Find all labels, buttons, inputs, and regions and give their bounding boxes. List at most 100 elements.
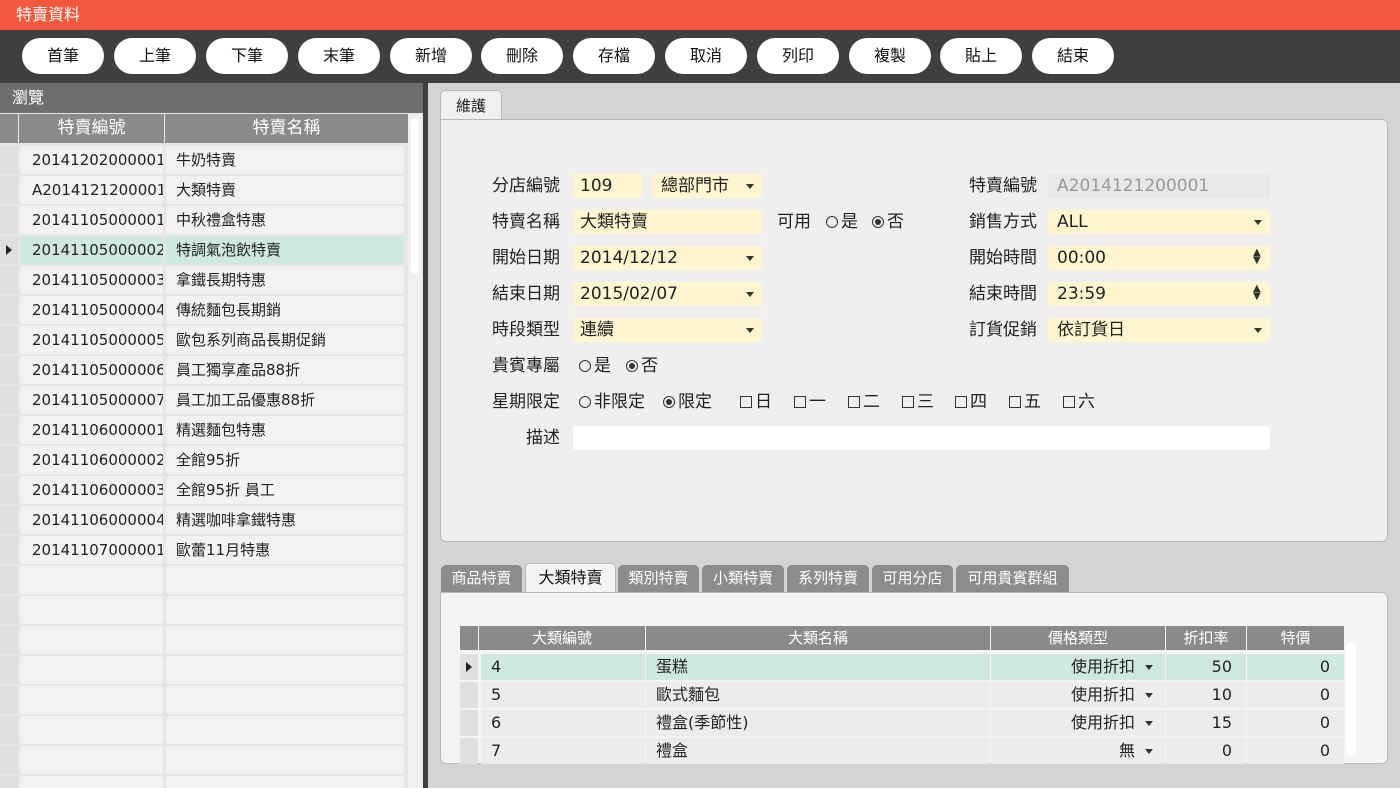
cell-category-name[interactable]: 禮盒 (646, 738, 990, 764)
row-selector[interactable] (0, 776, 18, 788)
browse-cell-sale-name[interactable] (166, 626, 404, 654)
browse-cell-sale-name[interactable] (166, 686, 404, 714)
browse-cell-sale-no[interactable]: 20141105000005 (20, 326, 163, 354)
weekday-checkbox[interactable]: 日 (740, 390, 772, 414)
browse-cell-sale-name[interactable]: 精選咖啡拿鐵特惠 (166, 506, 404, 534)
available-no-radio[interactable]: 否 (872, 210, 904, 234)
row-selector[interactable] (0, 566, 18, 594)
browse-cell-sale-no[interactable] (20, 656, 163, 684)
end-time-spinner[interactable]: 23:59 ▲ ▼ (1048, 282, 1270, 306)
browse-cell-sale-no[interactable]: 20141105000006 (20, 356, 163, 384)
browse-cell-sale-no[interactable] (20, 686, 163, 714)
browse-cell-sale-name[interactable]: 拿鐵長期特惠 (166, 266, 404, 294)
period-type-select[interactable]: 連續 (573, 318, 762, 342)
vip-no-radio[interactable]: 否 (626, 354, 658, 378)
print-button[interactable]: 列印 (757, 38, 839, 74)
cell-discount-rate[interactable]: 50 (1166, 654, 1246, 680)
browse-scroll-thumb[interactable] (411, 118, 419, 274)
browse-cell-sale-name[interactable] (166, 776, 404, 788)
row-selector[interactable] (460, 710, 478, 736)
browse-cell-sale-no[interactable]: 20141202000001 (20, 146, 163, 174)
browse-cell-sale-name[interactable] (166, 716, 404, 744)
not-limited-radio[interactable]: 非限定 (579, 390, 645, 414)
row-selector[interactable] (0, 446, 18, 474)
weekday-checkbox[interactable]: 一 (794, 390, 826, 414)
browse-cell-sale-no[interactable]: 20141106000003 (20, 476, 163, 504)
cell-discount-rate[interactable]: 10 (1166, 682, 1246, 708)
tab-available-branches[interactable]: 可用分店 (872, 565, 953, 592)
browse-cell-sale-name[interactable]: 精選麵包特惠 (166, 416, 404, 444)
cell-category-name[interactable]: 歐式麵包 (646, 682, 990, 708)
browse-cell-sale-no[interactable]: 20141106000002 (20, 446, 163, 474)
row-selector[interactable] (0, 146, 18, 174)
cell-special-price[interactable]: 0 (1247, 738, 1344, 764)
end-date-picker[interactable]: 2015/02/07 (573, 282, 762, 306)
spinner-icon[interactable]: ▲ ▼ (1253, 284, 1261, 302)
browse-cell-sale-no[interactable]: 20141105000002 (20, 236, 163, 264)
col-price-type[interactable]: 價格類型 (991, 626, 1165, 650)
cancel-button[interactable]: 取消 (665, 38, 747, 74)
browse-cell-sale-no[interactable]: A2014121200001 (20, 176, 163, 204)
row-selector[interactable] (0, 686, 18, 714)
browse-cell-sale-no[interactable]: 20141107000001 (20, 536, 163, 564)
cell-category-code[interactable]: 6 (481, 710, 645, 736)
row-selector[interactable] (0, 596, 18, 624)
browse-cell-sale-name[interactable]: 中秋禮盒特惠 (166, 206, 404, 234)
browse-cell-sale-name[interactable] (166, 566, 404, 594)
browse-cell-sale-name[interactable]: 全館95折 員工 (166, 476, 404, 504)
paste-button[interactable]: 貼上 (940, 38, 1022, 74)
sale-name-field[interactable]: 大類特賣 (573, 210, 762, 234)
row-selector[interactable] (0, 476, 18, 504)
weekday-checkbox[interactable]: 三 (902, 390, 934, 414)
browse-cell-sale-name[interactable]: 傳統麵包長期銷 (166, 296, 404, 324)
weekday-checkbox[interactable]: 五 (1009, 390, 1041, 414)
row-selector[interactable] (0, 716, 18, 744)
tab-product-sale[interactable]: 商品特賣 (441, 565, 522, 592)
row-selector[interactable] (460, 682, 478, 708)
branch-no-field[interactable]: 109 (573, 174, 642, 198)
row-selector[interactable] (460, 738, 478, 764)
last-record-button[interactable]: 末筆 (298, 38, 380, 74)
tab-series-sale[interactable]: 系列特賣 (787, 565, 869, 592)
add-button[interactable]: 新增 (390, 38, 472, 74)
row-selector[interactable] (0, 356, 18, 384)
browse-cell-sale-name[interactable] (166, 656, 404, 684)
description-field[interactable] (573, 426, 1270, 450)
start-time-spinner[interactable]: 00:00 ▲ ▼ (1048, 246, 1270, 270)
row-selector[interactable] (0, 416, 18, 444)
cell-price-type[interactable]: 無 (991, 738, 1165, 764)
row-selector[interactable] (0, 206, 18, 234)
browse-cell-sale-name[interactable]: 全館95折 (166, 446, 404, 474)
cell-special-price[interactable]: 0 (1247, 654, 1344, 680)
row-selector[interactable] (0, 506, 18, 534)
weekday-checkbox[interactable]: 四 (955, 390, 987, 414)
weekday-checkbox[interactable]: 二 (848, 390, 880, 414)
row-selector[interactable] (0, 266, 18, 294)
branch-name-select[interactable]: 總部門市 (652, 174, 762, 198)
browse-cell-sale-no[interactable] (20, 746, 163, 774)
col-discount-rate[interactable]: 折扣率 (1166, 626, 1246, 650)
cell-special-price[interactable]: 0 (1247, 710, 1344, 736)
cell-special-price[interactable]: 0 (1247, 682, 1344, 708)
vip-yes-radio[interactable]: 是 (579, 354, 611, 378)
browse-cell-sale-no[interactable]: 20141106000001 (20, 416, 163, 444)
browse-cell-sale-no[interactable] (20, 776, 163, 788)
row-selector[interactable] (0, 296, 18, 324)
browse-cell-sale-no[interactable] (20, 566, 163, 594)
limited-radio[interactable]: 限定 (663, 390, 712, 414)
cell-price-type[interactable]: 使用折扣 (991, 710, 1165, 736)
cell-category-code[interactable]: 4 (481, 654, 645, 680)
cell-category-code[interactable]: 7 (481, 738, 645, 764)
exit-button[interactable]: 結束 (1032, 38, 1114, 74)
browse-cell-sale-no[interactable]: 20141106000004 (20, 506, 163, 534)
browse-cell-sale-no[interactable]: 20141105000001 (20, 206, 163, 234)
cell-category-name[interactable]: 禮盒(季節性) (646, 710, 990, 736)
tab-vip-groups[interactable]: 可用貴賓群組 (956, 565, 1069, 592)
order-promo-select[interactable]: 依訂貨日 (1048, 318, 1270, 342)
cell-discount-rate[interactable]: 15 (1166, 710, 1246, 736)
cell-price-type[interactable]: 使用折扣 (991, 654, 1165, 680)
col-special-price[interactable]: 特價 (1247, 626, 1344, 650)
browse-cell-sale-no[interactable] (20, 626, 163, 654)
weekday-checkbox[interactable]: 六 (1063, 390, 1095, 414)
row-selector[interactable] (0, 656, 18, 684)
